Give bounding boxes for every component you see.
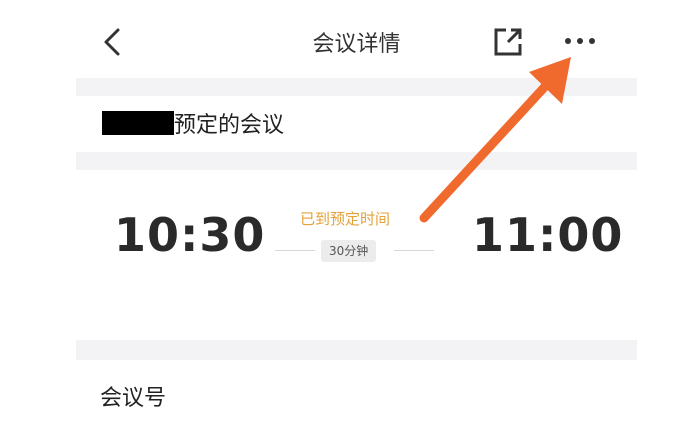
share-button[interactable] [492, 26, 524, 58]
status-text: 已到预定时间 [300, 210, 391, 228]
top-bar: 会议详情 [76, 0, 637, 78]
more-dots-icon [565, 38, 595, 44]
section-divider [76, 340, 637, 360]
page-title: 会议详情 [312, 32, 401, 57]
organizer-line: 预定的会议 [102, 108, 284, 138]
meeting-id-label: 会议号 [100, 386, 167, 411]
more-options-button[interactable] [562, 30, 598, 52]
organizer-suffix: 预定的会议 [174, 113, 285, 138]
end-time: 11:00 [472, 208, 624, 262]
redacted-name [102, 111, 174, 135]
section-divider [76, 152, 637, 170]
section-divider [76, 78, 637, 96]
duration-line-right [394, 250, 434, 251]
duration-badge: 30分钟 [321, 240, 377, 262]
external-share-icon [494, 28, 522, 56]
meeting-detail-page: 会议详情 预定的会议 10:30 已到预定时间 30分钟 11:00 会议号 [76, 0, 637, 439]
duration-line-left [275, 250, 315, 251]
start-time: 10:30 [114, 208, 266, 262]
